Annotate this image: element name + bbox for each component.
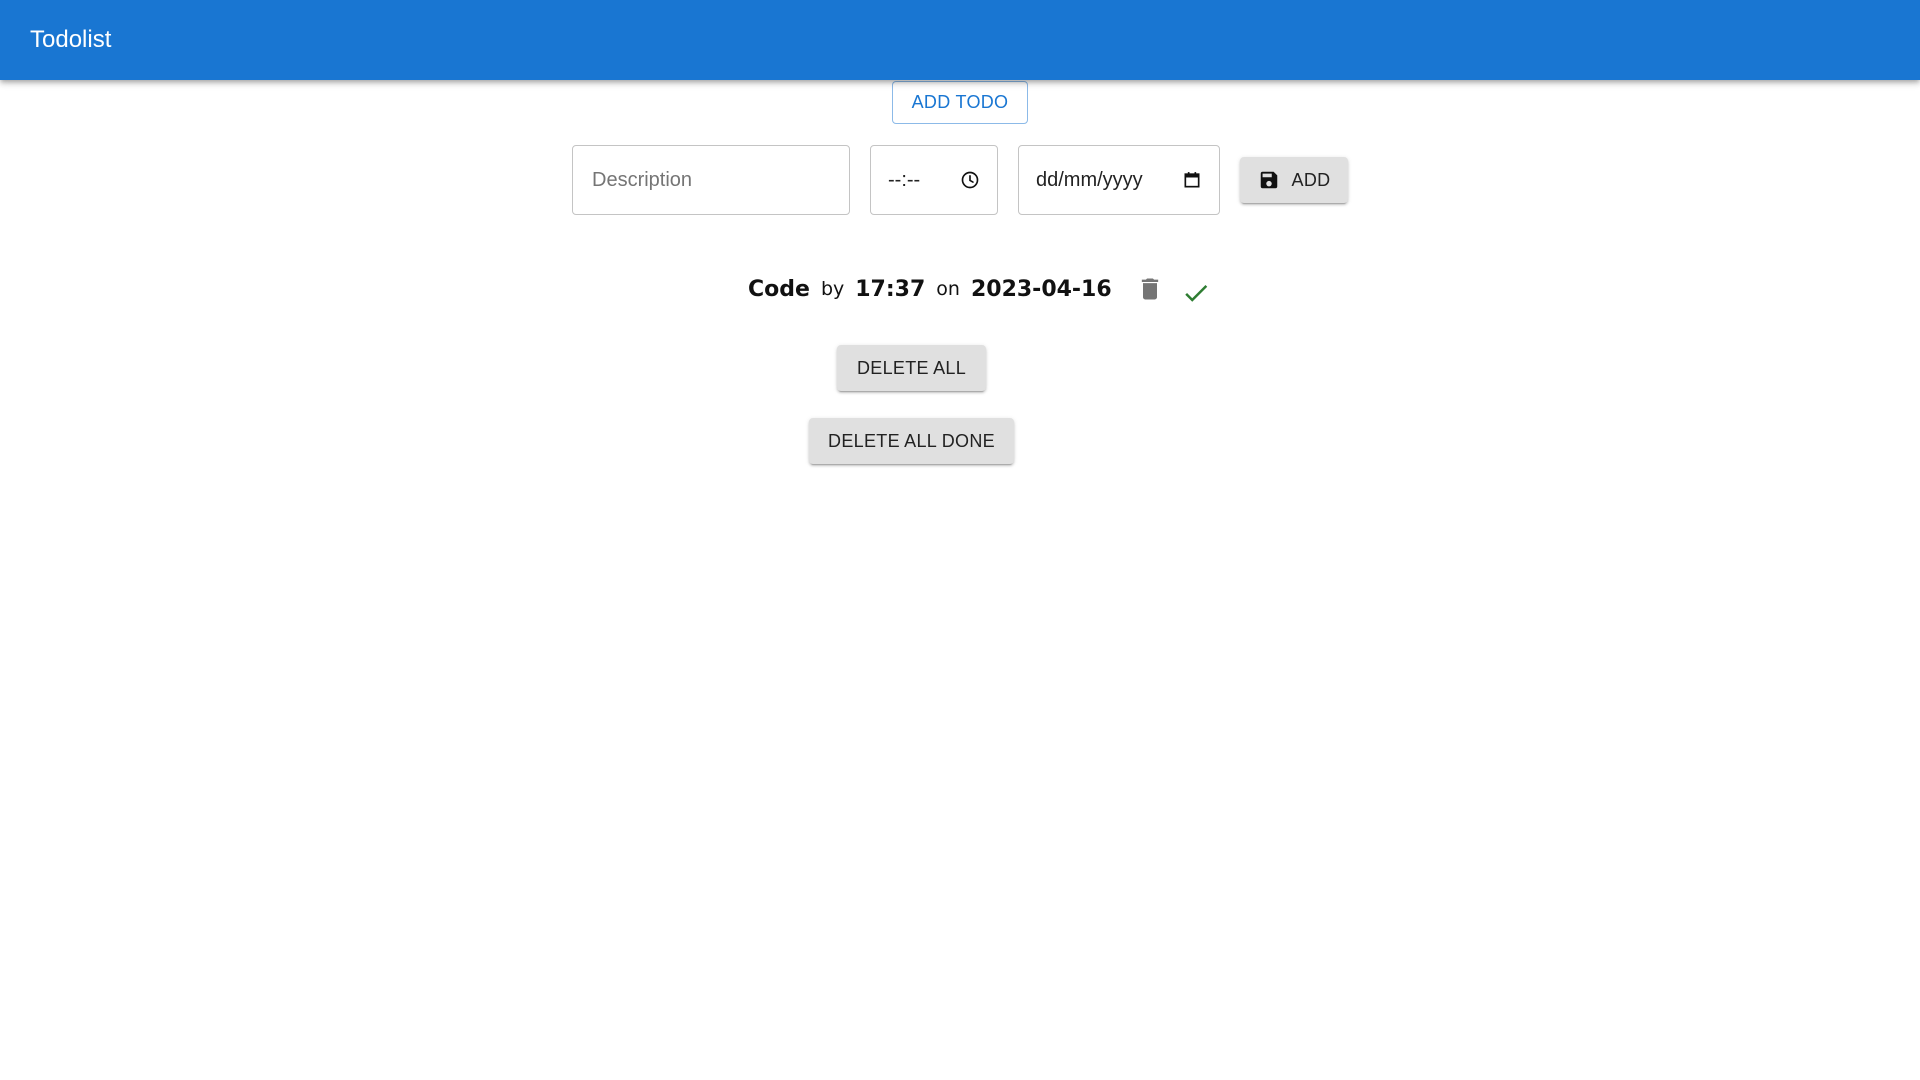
add-button[interactable]: ADD (1240, 157, 1348, 203)
clock-icon[interactable] (960, 170, 980, 190)
delete-all-done-button[interactable]: DELETE ALL DONE (809, 418, 1014, 464)
delete-all-button[interactable]: DELETE ALL (837, 345, 986, 391)
add-button-label: ADD (1291, 169, 1331, 190)
calendar-icon[interactable] (1182, 170, 1202, 190)
todo-time: 17:37 (855, 276, 926, 302)
todo-by-label: by (820, 278, 845, 300)
date-input-value: dd/mm/yyyy (1036, 168, 1143, 191)
description-field[interactable] (572, 145, 850, 215)
todo-on-label: on (936, 278, 960, 300)
todo-item: Code by 17:37 on 2023-04-16 (748, 265, 1216, 313)
date-field[interactable]: dd/mm/yyyy (1018, 145, 1220, 215)
todo-date: 2023-04-16 (970, 276, 1112, 302)
save-icon (1258, 169, 1280, 191)
time-field[interactable]: --:-- (870, 145, 998, 215)
check-icon[interactable] (1176, 273, 1216, 313)
app-bar: Todolist (0, 0, 1920, 80)
time-input-value: --:-- (888, 168, 921, 191)
todo-description: Code (748, 276, 810, 302)
trash-icon[interactable] (1130, 269, 1170, 309)
description-input[interactable] (590, 167, 832, 193)
app-title: Todolist (30, 26, 112, 53)
add-todo-button[interactable]: ADD TODO (892, 81, 1028, 124)
